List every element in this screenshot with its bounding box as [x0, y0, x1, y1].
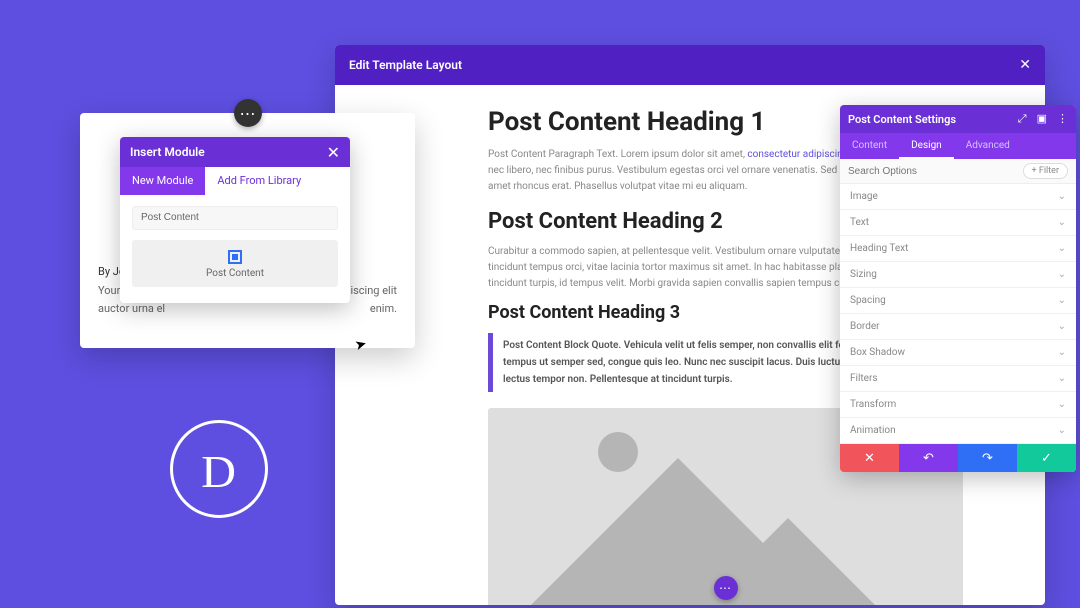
tab-add-from-library[interactable]: Add From Library [205, 167, 313, 195]
undo-button[interactable]: ↶ [899, 444, 958, 472]
settings-list: Image⌄ Text⌄ Heading Text⌄ Sizing⌄ Spaci… [840, 184, 1076, 444]
more-icon[interactable]: ⋮ [1057, 112, 1068, 126]
close-icon[interactable]: ✕ [327, 143, 340, 162]
settings-title: Post Content Settings [848, 113, 956, 126]
chevron-down-icon: ⌄ [1058, 243, 1066, 254]
chevron-down-icon: ⌄ [1058, 295, 1066, 306]
save-button[interactable]: ✓ [1017, 444, 1076, 472]
editor-header: Edit Template Layout ✕ [335, 45, 1045, 85]
insert-module-panel: Insert Module ✕ New Module Add From Libr… [120, 137, 350, 303]
insert-module-header: Insert Module ✕ [120, 137, 350, 167]
module-search-input[interactable] [132, 206, 338, 230]
tab-new-module[interactable]: New Module [120, 167, 205, 195]
snap-icon[interactable]: ▣ [1037, 112, 1047, 126]
chevron-down-icon: ⌄ [1058, 399, 1066, 410]
plus-icon: ⋯ [240, 104, 256, 123]
chevron-down-icon: ⌄ [1058, 347, 1066, 358]
expand-icon[interactable]: ⤢ [1018, 112, 1027, 126]
tab-advanced[interactable]: Advanced [954, 133, 1022, 159]
settings-row-animation[interactable]: Animation⌄ [840, 418, 1076, 444]
tab-content[interactable]: Content [840, 133, 899, 159]
insert-module-body: Post Content [120, 195, 350, 303]
editor-title: Edit Template Layout [349, 58, 462, 72]
discard-button[interactable]: ✕ [840, 444, 899, 472]
settings-row-spacing[interactable]: Spacing⌄ [840, 288, 1076, 314]
settings-row-border[interactable]: Border⌄ [840, 314, 1076, 340]
add-button[interactable]: ⋯ [234, 99, 262, 127]
settings-header-actions: ⤢ ▣ ⋮ [1018, 112, 1068, 126]
settings-row-image[interactable]: Image⌄ [840, 184, 1076, 210]
settings-row-text[interactable]: Text⌄ [840, 210, 1076, 236]
settings-tabs: Content Design Advanced [840, 133, 1076, 159]
module-item-post-content[interactable]: Post Content [132, 240, 338, 287]
chevron-down-icon: ⌄ [1058, 425, 1066, 436]
chevron-down-icon: ⌄ [1058, 269, 1066, 280]
add-module-fab[interactable]: ⋯ [714, 576, 738, 600]
post-content-icon [228, 250, 242, 264]
chevron-down-icon: ⌄ [1058, 321, 1066, 332]
settings-actions: ✕ ↶ ↷ ✓ [840, 444, 1076, 472]
module-item-label: Post Content [132, 268, 338, 279]
settings-row-box-shadow[interactable]: Box Shadow⌄ [840, 340, 1076, 366]
settings-row-filters[interactable]: Filters⌄ [840, 366, 1076, 392]
chevron-down-icon: ⌄ [1058, 373, 1066, 384]
chevron-down-icon: ⌄ [1058, 191, 1066, 202]
filter-button[interactable]: + Filter [1023, 163, 1068, 179]
insert-module-title: Insert Module [130, 145, 205, 159]
tab-design[interactable]: Design [899, 133, 954, 159]
settings-row-sizing[interactable]: Sizing⌄ [840, 262, 1076, 288]
settings-search-bar: + Filter [840, 159, 1076, 184]
settings-header: Post Content Settings ⤢ ▣ ⋮ [840, 105, 1076, 133]
divi-logo: D [170, 420, 268, 518]
settings-row-transform[interactable]: Transform⌄ [840, 392, 1076, 418]
settings-panel: Post Content Settings ⤢ ▣ ⋮ Content Desi… [840, 105, 1076, 472]
insert-module-tabs: New Module Add From Library [120, 167, 350, 195]
chevron-down-icon: ⌄ [1058, 217, 1066, 228]
close-icon[interactable]: ✕ [1019, 57, 1031, 73]
settings-search-input[interactable] [848, 166, 988, 177]
settings-row-heading-text[interactable]: Heading Text⌄ [840, 236, 1076, 262]
redo-button[interactable]: ↷ [958, 444, 1017, 472]
